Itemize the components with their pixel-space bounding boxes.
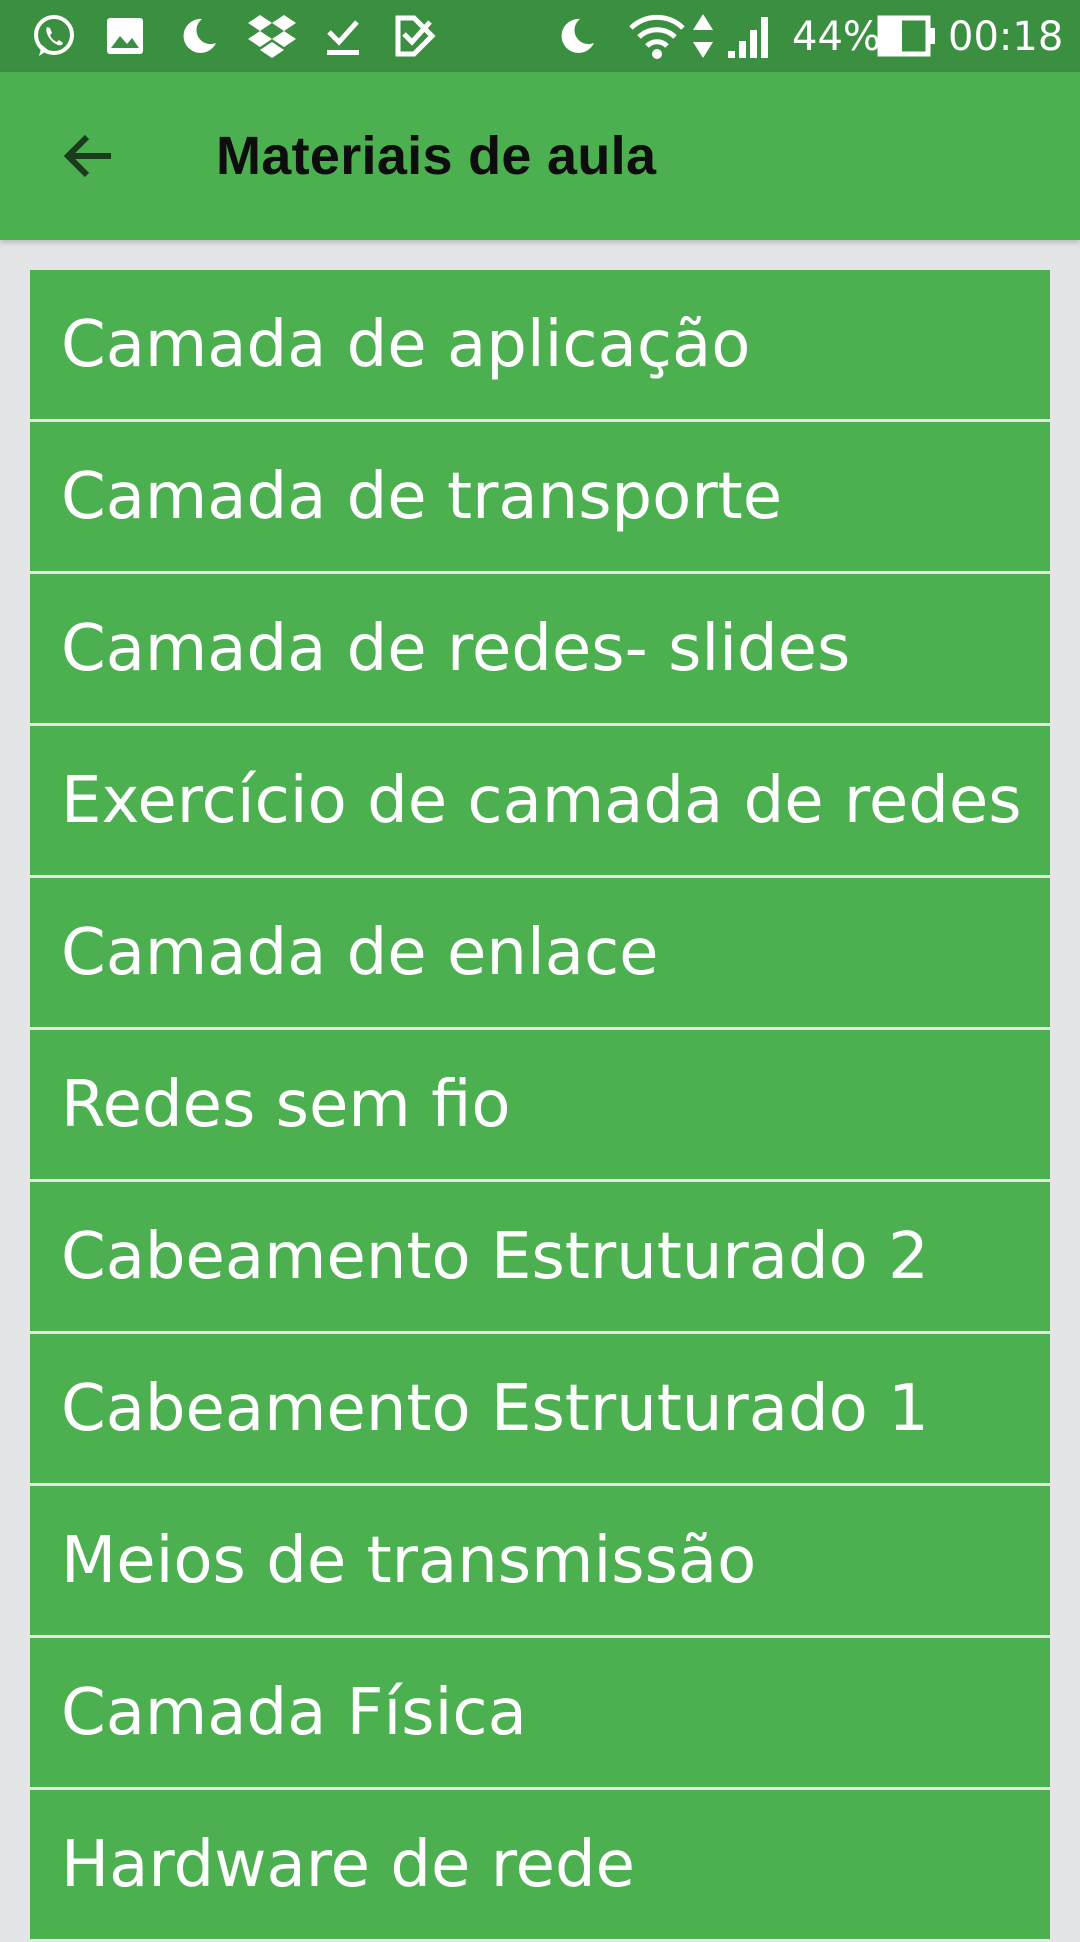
list-item[interactable]: Cabeamento Estruturado 1 [30, 1334, 1050, 1483]
list-item[interactable]: Camada de redes- slides [30, 574, 1050, 723]
clock: 00:18 [948, 14, 1064, 60]
status-bar: 44% 00:18 [0, 0, 1080, 72]
whatsapp-icon [26, 0, 82, 72]
list-item-label: Cabeamento Estruturado 1 [61, 1371, 929, 1446]
task-icon [392, 0, 438, 72]
list-item[interactable]: Camada Física [30, 1638, 1050, 1787]
list-item[interactable]: Exercício de camada de redes [30, 726, 1050, 875]
list-item-label: Exercício de camada de redes [61, 763, 1022, 838]
image-icon [102, 0, 148, 72]
dropbox-icon [244, 0, 300, 72]
list-item[interactable]: Redes sem fio [30, 1030, 1050, 1179]
list-item-label: Redes sem fio [61, 1067, 511, 1142]
list-item-label: Camada de redes- slides [61, 611, 851, 686]
signal-icon [724, 0, 776, 72]
list-item[interactable]: Meios de transmissão [30, 1486, 1050, 1635]
list-item-label: Cabeamento Estruturado 2 [61, 1219, 929, 1294]
list-item-label: Camada Física [61, 1675, 527, 1750]
app-bar: Materiais de aula [0, 72, 1080, 240]
arrow-left-icon [63, 134, 111, 178]
back-button[interactable] [40, 108, 136, 204]
page-title: Materiais de aula [216, 126, 657, 186]
list-item[interactable]: Camada de transporte [30, 422, 1050, 571]
moon-icon [552, 0, 602, 72]
list-item-label: Camada de transporte [61, 459, 783, 534]
list-item-label: Meios de transmissão [61, 1523, 757, 1598]
list-item[interactable]: Camada de enlace [30, 878, 1050, 1027]
wifi-icon [626, 0, 688, 72]
list-item-label: Hardware de rede [61, 1827, 635, 1902]
list-item[interactable]: Hardware de rede [30, 1790, 1050, 1939]
battery-percent: 44% [792, 14, 881, 60]
download-done-icon [320, 0, 366, 72]
list-item[interactable]: Cabeamento Estruturado 2 [30, 1182, 1050, 1331]
materials-list: Camada de aplicação Camada de transporte… [30, 270, 1050, 1942]
list-item[interactable]: Camada de aplicação [30, 270, 1050, 419]
data-arrows-icon [690, 0, 716, 72]
battery-icon [876, 0, 938, 72]
list-item-label: Camada de enlace [61, 915, 659, 990]
list-item-label: Camada de aplicação [61, 307, 751, 382]
moon-icon [174, 0, 224, 72]
